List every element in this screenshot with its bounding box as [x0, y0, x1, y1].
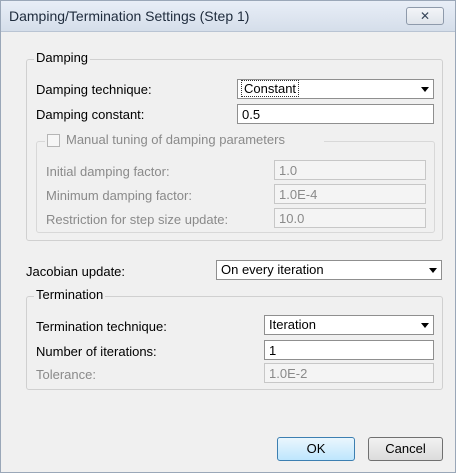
termination-technique-select[interactable]: Iteration	[264, 315, 434, 335]
close-button[interactable]: ✕	[406, 7, 444, 25]
jacobian-update-label: Jacobian update:	[26, 264, 126, 279]
manual-tuning-label: Manual tuning of damping parameters	[66, 132, 285, 147]
damping-technique-select[interactable]: Constant	[237, 79, 434, 99]
chevron-down-icon	[429, 268, 437, 273]
damping-technique-label: Damping technique:	[36, 82, 152, 97]
manual-tuning-header: Manual tuning of damping parameters	[45, 132, 324, 148]
settings-dialog: Damping/Termination Settings (Step 1) ✕ …	[0, 0, 456, 473]
initial-damping-input[interactable]	[274, 160, 426, 180]
damping-constant-label: Damping constant:	[36, 107, 145, 122]
restriction-label: Restriction for step size update:	[46, 212, 229, 227]
chevron-down-icon	[421, 87, 429, 92]
dialog-title: Damping/Termination Settings (Step 1)	[9, 8, 250, 24]
restriction-input[interactable]	[274, 208, 426, 228]
cancel-button[interactable]: Cancel	[368, 437, 443, 461]
jacobian-update-select[interactable]: On every iteration	[216, 260, 442, 280]
iterations-input[interactable]	[264, 340, 434, 360]
damping-technique-value: Constant	[240, 80, 300, 97]
termination-technique-value: Iteration	[269, 317, 316, 332]
initial-damping-label: Initial damping factor:	[46, 164, 170, 179]
title-bar: Damping/Termination Settings (Step 1) ✕	[1, 1, 455, 32]
iterations-label: Number of iterations:	[36, 344, 157, 359]
tolerance-input[interactable]	[264, 363, 434, 383]
chevron-down-icon	[421, 323, 429, 328]
minimum-damping-input[interactable]	[274, 184, 426, 204]
ok-button[interactable]: OK	[277, 437, 355, 461]
damping-group-title: Damping	[34, 50, 91, 65]
damping-constant-input[interactable]	[237, 104, 434, 124]
close-icon: ✕	[419, 9, 431, 23]
minimum-damping-label: Minimum damping factor:	[46, 188, 192, 203]
termination-technique-label: Termination technique:	[36, 319, 167, 334]
tolerance-label: Tolerance:	[36, 367, 96, 382]
termination-group-title: Termination	[34, 287, 106, 302]
jacobian-update-value: On every iteration	[221, 262, 324, 277]
manual-tuning-checkbox[interactable]	[47, 134, 60, 147]
